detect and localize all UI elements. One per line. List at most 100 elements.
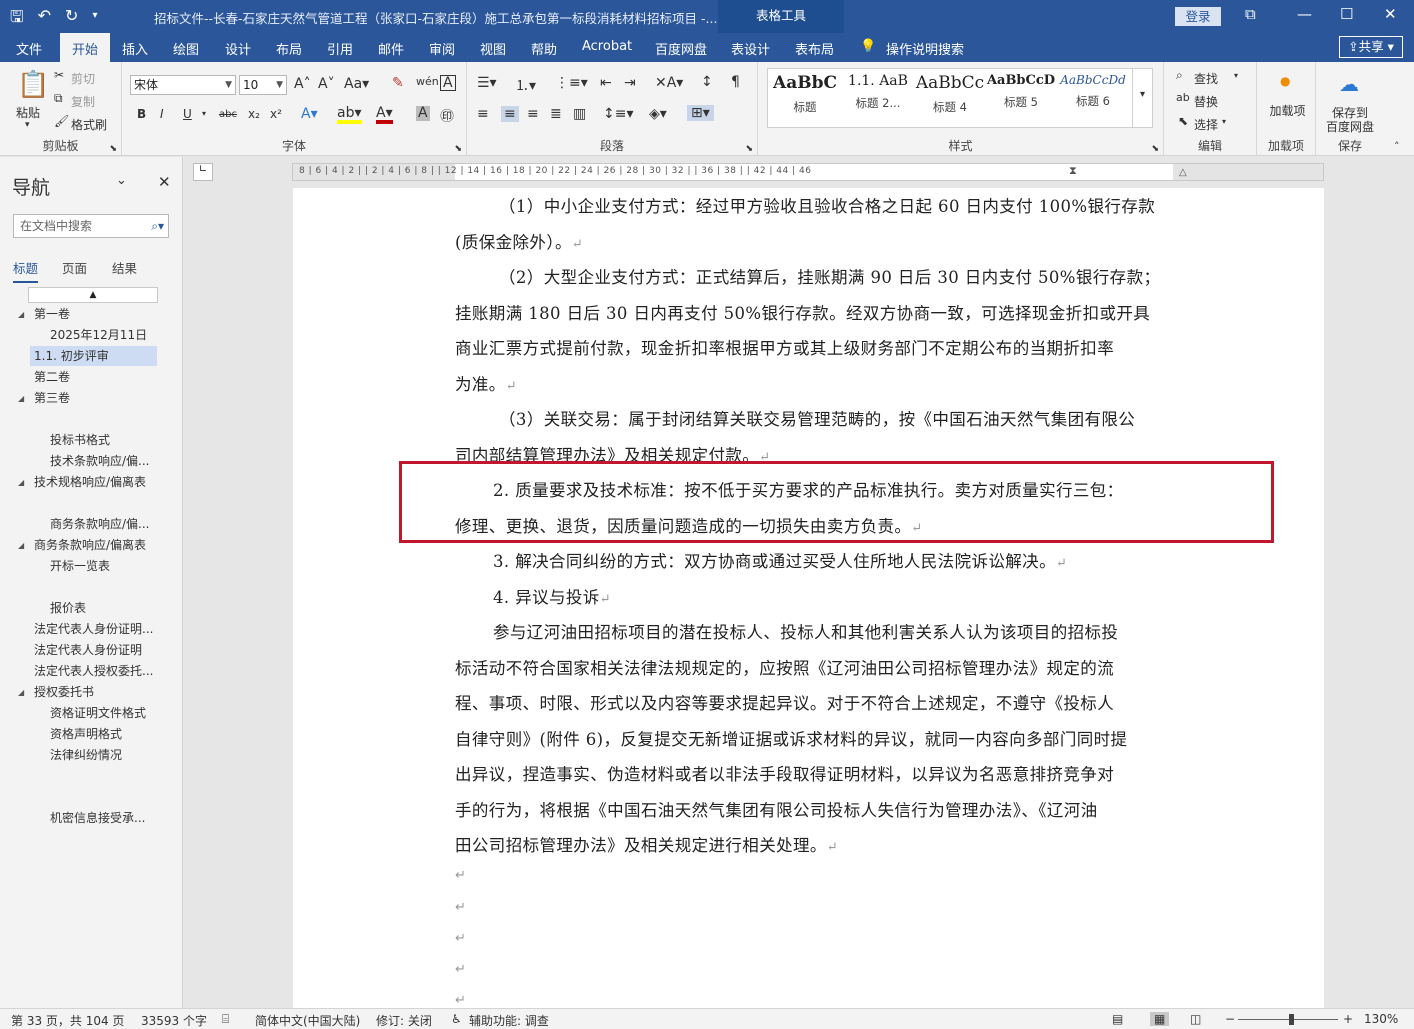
clipboard-launcher-icon[interactable]: ⬊ — [109, 144, 117, 154]
find-dropdown-icon[interactable]: ▾ — [1234, 71, 1238, 80]
proofing-icon[interactable]: ⌸ — [222, 1012, 229, 1027]
zoom-slider-thumb[interactable] — [1289, 1014, 1294, 1025]
indent-marker-icon[interactable]: ⧗ — [1069, 164, 1077, 178]
style-heading-6[interactable]: AaBbCcDd 标题 6 — [1058, 73, 1128, 109]
doc-line[interactable]: （2）大型企业支付方式：正式结算后，挂账期满 90 日后 30 日内支付 50%… — [455, 264, 1225, 288]
multilevel-list-icon[interactable]: ⋮≡▾ — [555, 75, 588, 91]
underline-dropdown-icon[interactable]: ▾ — [202, 109, 206, 118]
superscript-icon[interactable]: x² — [270, 107, 282, 121]
nav-options-icon[interactable]: ⌄ — [116, 173, 127, 188]
nav-search-input[interactable]: 在文档中搜索 ⌕▾ — [13, 214, 169, 238]
tab-acrobat[interactable]: Acrobat — [582, 39, 632, 54]
align-left-icon[interactable]: ≡ — [477, 106, 489, 122]
shrink-font-icon[interactable]: A˅ — [318, 76, 335, 92]
enclose-characters-icon[interactable]: ㊞ — [440, 106, 454, 126]
nav-heading-item[interactable]: 资格证明文件格式 — [50, 703, 146, 723]
chinese-layout-icon[interactable]: ✕A▾ — [655, 75, 683, 91]
customize-qat-icon[interactable]: ▾ — [92, 10, 97, 33]
tab-references[interactable]: 引用 — [327, 39, 353, 58]
redo-icon[interactable]: ↻ — [65, 6, 78, 33]
styles-launcher-icon[interactable]: ⬊ — [1151, 144, 1159, 154]
borders-icon[interactable]: ⊞▾ — [687, 105, 714, 121]
paragraph-mark-icon[interactable]: ↵ — [455, 993, 466, 1008]
doc-line[interactable]: (质保金除外）。↵ — [455, 229, 1225, 253]
doc-line[interactable]: 程、事项、时限、形式以及内容等要求提起异议。对于不符合上述规定，不遵守《投标人 — [455, 690, 1225, 714]
doc-line[interactable]: 挂账期满 180 日后 30 日内再支付 50%银行存款。经双方协商一致，可选择… — [455, 300, 1225, 324]
style-heading-4[interactable]: AaBbCc 标题 4 — [915, 73, 985, 115]
right-indent-marker-icon[interactable]: △ — [1179, 167, 1187, 178]
numbering-icon[interactable]: ⒈▾ — [515, 75, 536, 95]
collapse-ribbon-icon[interactable]: ˄ — [1394, 140, 1400, 153]
zoom-slider-track[interactable] — [1238, 1019, 1338, 1020]
nav-heading-item[interactable]: 技术条款响应/偏... — [50, 451, 150, 471]
nav-tab-headings[interactable]: 标题 — [13, 258, 39, 283]
underline-icon[interactable]: U — [183, 107, 192, 121]
nav-tab-results[interactable]: 结果 — [112, 258, 137, 277]
nav-scroll-up-bar[interactable]: ▲ — [28, 287, 158, 303]
baidu-netdisk-icon[interactable]: ☁ — [1339, 72, 1359, 96]
paragraph-launcher-icon[interactable]: ⬊ — [745, 144, 753, 154]
ribbon-display-icon[interactable]: ⧉ — [1245, 5, 1256, 23]
nav-heading-item[interactable]: 商务条款响应/偏离表 — [34, 535, 146, 555]
clear-formatting-icon[interactable]: ✎ — [392, 75, 404, 91]
doc-line[interactable]: 手的行为，将根据《中国石油天然气集团有限公司投标人失信行为管理办法》、《辽河油 — [455, 797, 1225, 821]
cut-icon[interactable]: ✂ — [54, 68, 64, 82]
nav-heading-item[interactable]: 法律纠纷情况 — [50, 745, 122, 765]
nav-heading-item[interactable]: 第三卷 — [34, 388, 70, 408]
replace-button[interactable]: 替换 — [1194, 93, 1218, 110]
tab-baidu-netdisk[interactable]: 百度网盘 — [655, 39, 707, 58]
page-count[interactable]: 第 33 页，共 104 页 — [11, 1012, 124, 1029]
nav-heading-item[interactable]: 法定代表人身份证明 — [34, 640, 142, 660]
select-button[interactable]: 选择 — [1194, 116, 1218, 133]
justify-icon[interactable]: ≣ — [550, 106, 562, 122]
doc-line[interactable]: 3. 解决合同纠纷的方式：双方协商或通过买受人住所地人民法院诉讼解决。↵ — [455, 548, 1225, 572]
distributed-icon[interactable]: ▥ — [573, 106, 586, 122]
nav-heading-item[interactable]: 法定代表人身份证明... — [34, 619, 153, 639]
nav-heading-item[interactable]: 商务条款响应/偏... — [50, 514, 150, 534]
tab-review[interactable]: 审阅 — [429, 39, 455, 58]
tab-mailings[interactable]: 邮件 — [378, 39, 404, 58]
text-effects-icon[interactable]: A▾ — [301, 106, 318, 122]
read-mode-icon[interactable]: ▤ — [1112, 1012, 1123, 1026]
character-shading-icon[interactable]: A — [416, 106, 430, 121]
font-size-dropdown-icon[interactable]: ▼ — [276, 76, 283, 94]
select-dropdown-icon[interactable]: ▾ — [1222, 117, 1226, 126]
accessibility-icon[interactable]: ♿ — [451, 1012, 462, 1026]
align-center-icon[interactable]: ≡ — [501, 106, 519, 122]
find-icon[interactable]: ⌕ — [1176, 68, 1183, 83]
nav-heading-item[interactable]: 第一卷 — [34, 304, 70, 324]
style-heading-2[interactable]: 1.1. AaB 标题 2... — [843, 73, 913, 111]
doc-line[interactable]: 出异议，捏造事实、伪造材料或者以非法手段取得证明材料，以异议为名恶意排挤竞争对 — [455, 761, 1225, 785]
web-layout-icon[interactable]: ◫ — [1190, 1012, 1201, 1026]
nav-heading-item[interactable]: 法定代表人授权委托... — [34, 661, 153, 681]
zoom-level[interactable]: 130% — [1364, 1012, 1398, 1026]
language-status[interactable]: 简体中文(中国大陆) — [255, 1012, 360, 1029]
tab-file[interactable]: 文件 — [16, 39, 42, 58]
tab-design[interactable]: 设计 — [225, 39, 251, 58]
accessibility-status[interactable]: 辅助功能: 调查 — [469, 1012, 549, 1029]
tab-view[interactable]: 视图 — [480, 39, 506, 58]
nav-heading-item[interactable]: 机密信息接受承... — [50, 808, 145, 828]
close-icon[interactable]: ✕ — [1384, 5, 1397, 23]
doc-line[interactable]: 为准。↵ — [455, 371, 1225, 395]
nav-heading-item-selected[interactable]: 1.1. 初步评审 — [30, 346, 157, 366]
paste-icon[interactable]: 📋 — [17, 70, 49, 100]
save-icon[interactable]: 🖫 — [10, 6, 24, 33]
nav-close-icon[interactable]: ✕ — [158, 173, 171, 191]
addins-button[interactable]: 加载项 — [1260, 104, 1315, 118]
line-spacing-icon[interactable]: ↕≡▾ — [603, 106, 634, 122]
increase-indent-icon[interactable]: ⇥ — [624, 75, 636, 91]
highlight-color-icon[interactable]: ab▾ — [337, 106, 362, 124]
doc-line[interactable]: 标活动不符合国家相关法律法规规定的，应按照《辽河油田公司招标管理办法》规定的流 — [455, 655, 1225, 679]
doc-line[interactable]: （1）中小企业支付方式：经过甲方验收且验收合格之日起 60 日内支付 100%银… — [455, 193, 1225, 217]
paragraph-mark-icon[interactable]: ↵ — [455, 931, 466, 946]
paste-button[interactable]: 粘贴 — [16, 104, 40, 121]
tab-layout[interactable]: 布局 — [276, 39, 302, 58]
italic-icon[interactable]: I — [160, 107, 164, 121]
paragraph-mark-icon[interactable]: ↵ — [455, 962, 466, 977]
collapse-triangle-icon[interactable]: ◢ — [18, 478, 24, 487]
find-button[interactable]: 查找 — [1194, 70, 1218, 87]
replace-icon[interactable]: ab — [1176, 91, 1190, 104]
paragraph-mark-icon[interactable]: ↵ — [455, 900, 466, 915]
font-name-dropdown-icon[interactable]: ▼ — [225, 76, 232, 94]
